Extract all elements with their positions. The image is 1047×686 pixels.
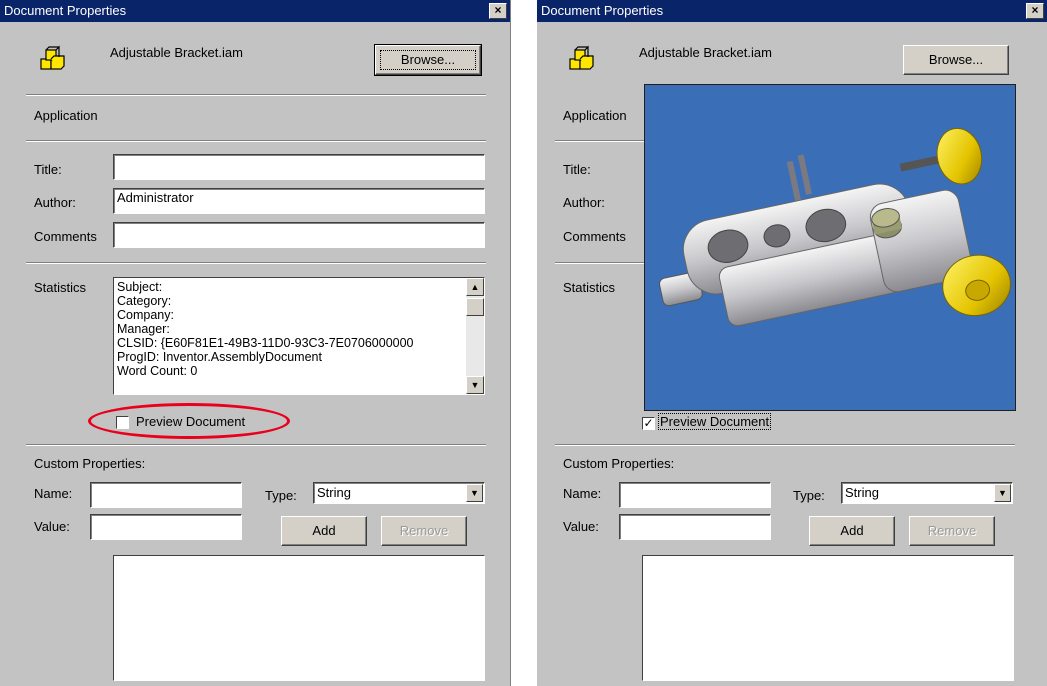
chevron-down-icon[interactable]: ▼ <box>994 484 1011 502</box>
list-item: ProgID: Inventor.AssemblyDocument <box>117 350 322 364</box>
chevron-down-icon[interactable]: ▼ <box>466 484 483 502</box>
divider <box>555 444 1015 446</box>
type-label: Type: <box>265 488 297 503</box>
browse-button[interactable]: Browse... <box>903 45 1009 75</box>
divider <box>555 140 645 142</box>
remove-button-label: Remove <box>927 523 977 538</box>
scroll-thumb[interactable] <box>466 298 484 316</box>
title-field[interactable] <box>113 154 485 180</box>
divider <box>26 140 486 142</box>
name-field[interactable] <box>619 482 771 508</box>
assembly-icon <box>567 44 599 76</box>
author-label: Author: <box>563 195 605 210</box>
application-label: Application <box>563 108 627 123</box>
document-properties-dialog-left: Document Properties × Adjustable Bracket… <box>0 0 511 686</box>
author-field[interactable]: Administrator <box>113 188 485 214</box>
file-name: Adjustable Bracket.iam <box>639 45 772 60</box>
vertical-scrollbar[interactable]: ▲ ▼ <box>466 278 484 394</box>
type-select[interactable]: String ▼ <box>841 482 1013 504</box>
name-label: Name: <box>563 486 602 501</box>
close-button[interactable]: × <box>489 3 507 19</box>
add-button[interactable]: Add <box>809 516 895 546</box>
type-select-value: String <box>845 485 879 500</box>
dialog-title: Document Properties <box>541 3 664 18</box>
type-select[interactable]: String ▼ <box>313 482 485 504</box>
application-label: Application <box>34 108 98 123</box>
remove-button-label: Remove <box>399 523 449 538</box>
remove-button[interactable]: Remove <box>909 516 995 546</box>
file-name: Adjustable Bracket.iam <box>110 45 243 60</box>
statistics-label: Statistics <box>34 280 87 295</box>
browse-button[interactable]: Browse... <box>374 44 482 76</box>
custom-properties-list[interactable] <box>113 555 485 681</box>
title-label: Title: <box>34 162 62 177</box>
custom-properties-list[interactable] <box>642 555 1014 681</box>
preview-document-checkbox[interactable]: ✓ <box>642 417 655 430</box>
list-item: Category: <box>117 294 172 308</box>
document-preview-image <box>644 84 1016 411</box>
name-label: Name: <box>34 486 73 501</box>
scroll-down-button[interactable]: ▼ <box>466 376 484 394</box>
dialog-title: Document Properties <box>4 3 127 18</box>
statistics-label: Statistics <box>563 280 616 295</box>
list-item: CLSID: {E60F81E1-49B3-11D0-93C3-7E070600… <box>117 336 414 350</box>
browse-button-label: Browse... <box>928 52 984 67</box>
scroll-down-icon: ▼ <box>470 380 480 390</box>
value-label: Value: <box>34 519 70 534</box>
combo-arrow-glyph: ▼ <box>998 488 1007 498</box>
assembly-icon <box>38 44 70 76</box>
divider <box>26 444 486 446</box>
comments-label: Comments <box>34 229 97 244</box>
divider <box>26 262 486 264</box>
value-field[interactable] <box>90 514 242 540</box>
author-label: Author: <box>34 195 76 210</box>
name-field[interactable] <box>90 482 242 508</box>
list-item: Word Count: 0 <box>117 364 198 378</box>
title-bar: Document Properties × <box>0 0 510 22</box>
title-label: Title: <box>563 162 591 177</box>
focus-rectangle <box>380 50 476 70</box>
type-label: Type: <box>793 488 825 503</box>
scroll-up-button[interactable]: ▲ <box>466 278 484 296</box>
statistics-list[interactable]: Subject: Category: Company: Manager: CLS… <box>113 277 485 395</box>
add-button-label: Add <box>840 523 864 538</box>
type-select-value: String <box>317 485 351 500</box>
highlight-ellipse <box>88 403 290 439</box>
preview-document-label[interactable]: Preview Document <box>657 413 772 430</box>
comments-label: Comments <box>563 229 626 244</box>
add-button[interactable]: Add <box>281 516 367 546</box>
scroll-up-icon: ▲ <box>470 282 480 292</box>
list-item: Company: <box>117 308 174 322</box>
remove-button[interactable]: Remove <box>381 516 467 546</box>
custom-properties-label: Custom Properties: <box>563 456 675 471</box>
custom-properties-label: Custom Properties: <box>34 456 146 471</box>
title-bar: Document Properties × <box>537 0 1047 22</box>
close-icon: × <box>494 3 502 17</box>
list-item: Subject: <box>117 280 163 294</box>
list-item: Manager: <box>117 322 170 336</box>
document-properties-dialog-right: Document Properties × Adjustable Bracket… <box>537 0 1047 686</box>
check-icon: ✓ <box>643 416 654 430</box>
add-button-label: Add <box>312 523 336 538</box>
close-button[interactable]: × <box>1026 3 1044 19</box>
value-label: Value: <box>563 519 599 534</box>
divider <box>555 262 645 264</box>
value-field[interactable] <box>619 514 771 540</box>
comments-field[interactable] <box>113 222 485 248</box>
divider <box>26 94 486 96</box>
combo-arrow-glyph: ▼ <box>470 488 479 498</box>
bracket-illustration <box>659 127 1011 327</box>
close-icon: × <box>1031 3 1039 17</box>
